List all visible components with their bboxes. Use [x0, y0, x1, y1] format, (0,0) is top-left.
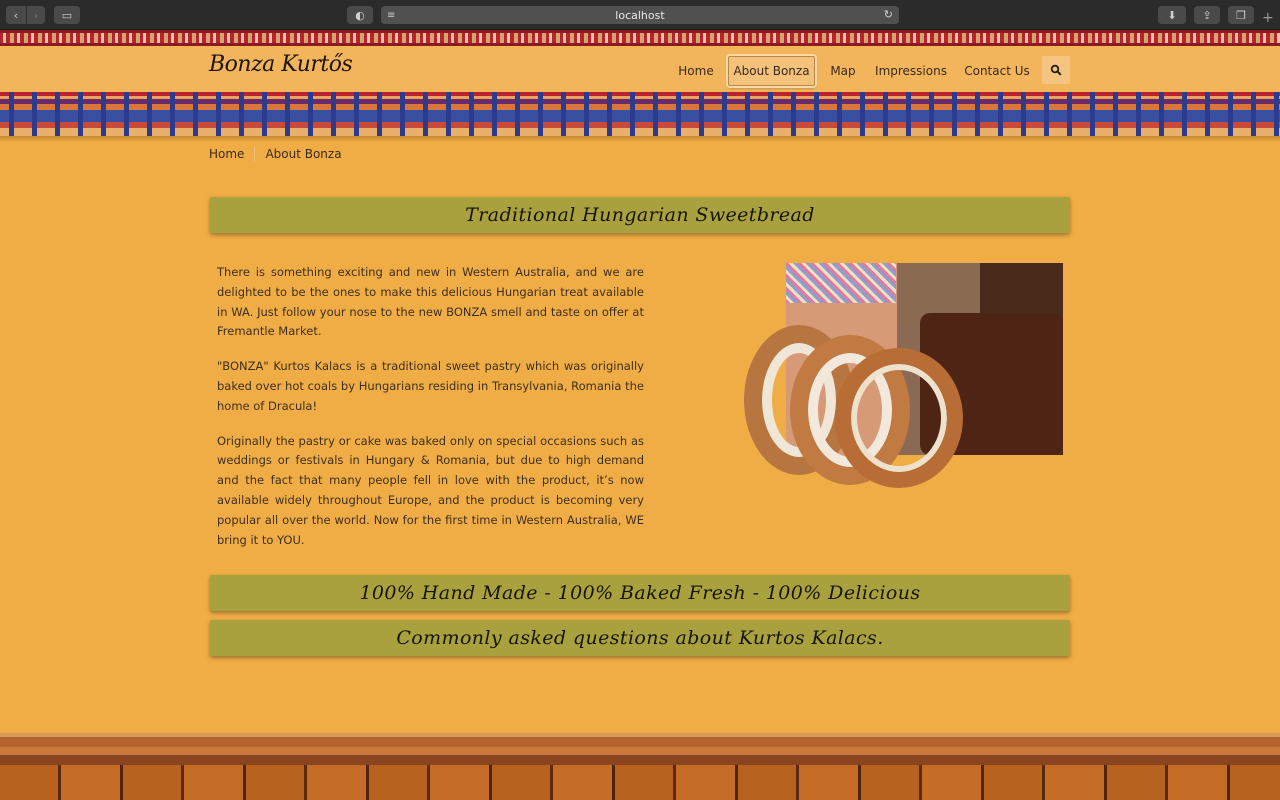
share-icon: ⇪ — [1202, 8, 1212, 22]
ornament-shadow — [0, 136, 1280, 142]
address-bar[interactable]: ≡ localhost ↻ — [381, 6, 899, 24]
nav-contact-us[interactable]: Contact Us — [960, 56, 1034, 86]
site-header — [0, 46, 1280, 92]
photo-ring — [835, 348, 963, 488]
reload-icon[interactable]: ↻ — [884, 8, 893, 21]
download-icon: ⬇ — [1167, 8, 1177, 22]
nav-map[interactable]: Map — [823, 56, 863, 86]
page-title: Traditional Hungarian Sweetbread — [210, 197, 1070, 233]
nav-impressions[interactable]: Impressions — [870, 56, 952, 86]
paragraph: There is something exciting and new in W… — [217, 265, 644, 339]
share-button[interactable]: ⇪ — [1194, 6, 1220, 24]
wood-planks — [0, 765, 1280, 800]
photo-sprinkles — [786, 263, 896, 303]
search-icon — [1050, 64, 1062, 76]
about-text: There is something exciting and new in W… — [217, 263, 644, 565]
chevron-left-icon: ‹ — [13, 8, 19, 22]
new-tab-icon[interactable]: + — [1262, 10, 1274, 26]
folk-ornament-band — [0, 92, 1280, 136]
tabs-icon: ❐ — [1236, 8, 1246, 22]
search-button[interactable] — [1042, 56, 1070, 84]
paragraph: Originally the pastry or cake was baked … — [217, 433, 644, 547]
reader-icon: ≡ — [387, 10, 396, 21]
sidebar-toggle-button[interactable]: ▭ — [54, 6, 80, 24]
breadcrumb-current: About Bonza — [265, 147, 342, 161]
breadcrumb-divider — [254, 147, 256, 161]
chevron-right-icon: › — [33, 8, 39, 22]
shield-icon: ◐ — [355, 8, 365, 22]
back-button[interactable]: ‹ — [6, 6, 26, 24]
paragraph: "BONZA" Kurtos Kalacs is a traditional s… — [217, 359, 644, 413]
forward-button[interactable]: › — [27, 6, 45, 24]
address-text: localhost — [615, 8, 665, 22]
wood-shelf — [0, 733, 1280, 765]
downloads-button[interactable]: ⬇ — [1158, 6, 1186, 24]
breadcrumb-home[interactable]: Home — [209, 147, 244, 161]
fresh-banner: 100% Hand Made - 100% Baked Fresh - 100%… — [210, 575, 1070, 611]
browser-toolbar: ‹ › ▭ ◐ ≡ localhost ↻ ⬇ ⇪ ❐ + — [0, 0, 1280, 30]
nav-about-bonza[interactable]: About Bonza — [728, 56, 815, 86]
nav-home[interactable]: Home — [670, 56, 722, 86]
site-logo[interactable]: Bonza Kurtős — [209, 52, 353, 77]
kurtos-kalacs-photo — [740, 263, 1063, 489]
sidebar-icon: ▭ — [61, 8, 73, 22]
tab-overview-button[interactable]: ❐ — [1228, 6, 1254, 24]
breadcrumb: Home About Bonza — [209, 147, 342, 161]
faq-banner[interactable]: Commonly asked questions about Kurtos Ka… — [210, 620, 1070, 656]
privacy-report-button[interactable]: ◐ — [347, 6, 373, 24]
greek-key-border — [0, 30, 1280, 46]
